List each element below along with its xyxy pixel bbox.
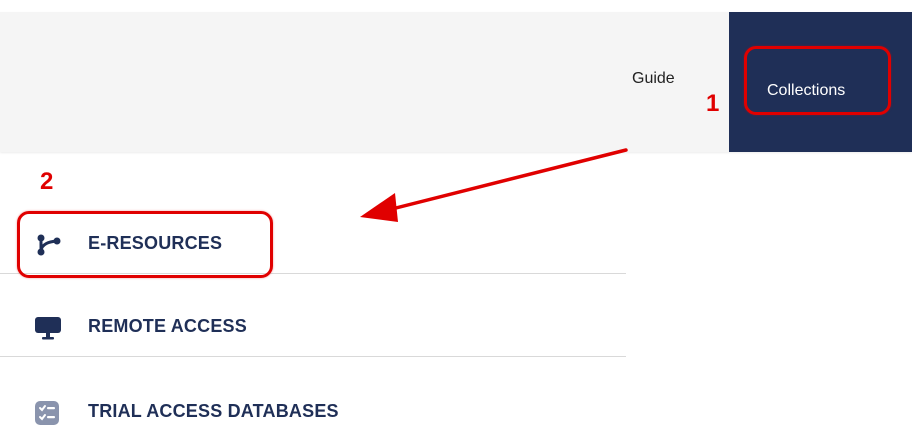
nav-guide-link[interactable]: Guide (632, 70, 675, 88)
menu-item-remote-access[interactable]: REMOTE ACCESS (0, 293, 626, 357)
step-number-1: 1 (706, 90, 720, 117)
menu-item-trial-access-databases[interactable]: TRIAL ACCESS DATABASES (0, 378, 626, 442)
monitor-icon (33, 315, 65, 341)
checklist-icon (33, 400, 65, 426)
highlight-box-collections (744, 46, 891, 115)
menu-item-label: TRIAL ACCESS DATABASES (88, 401, 339, 421)
step-number-2: 2 (40, 168, 54, 195)
menu-item-label: REMOTE ACCESS (88, 316, 247, 336)
highlight-box-e-resources (17, 211, 273, 278)
